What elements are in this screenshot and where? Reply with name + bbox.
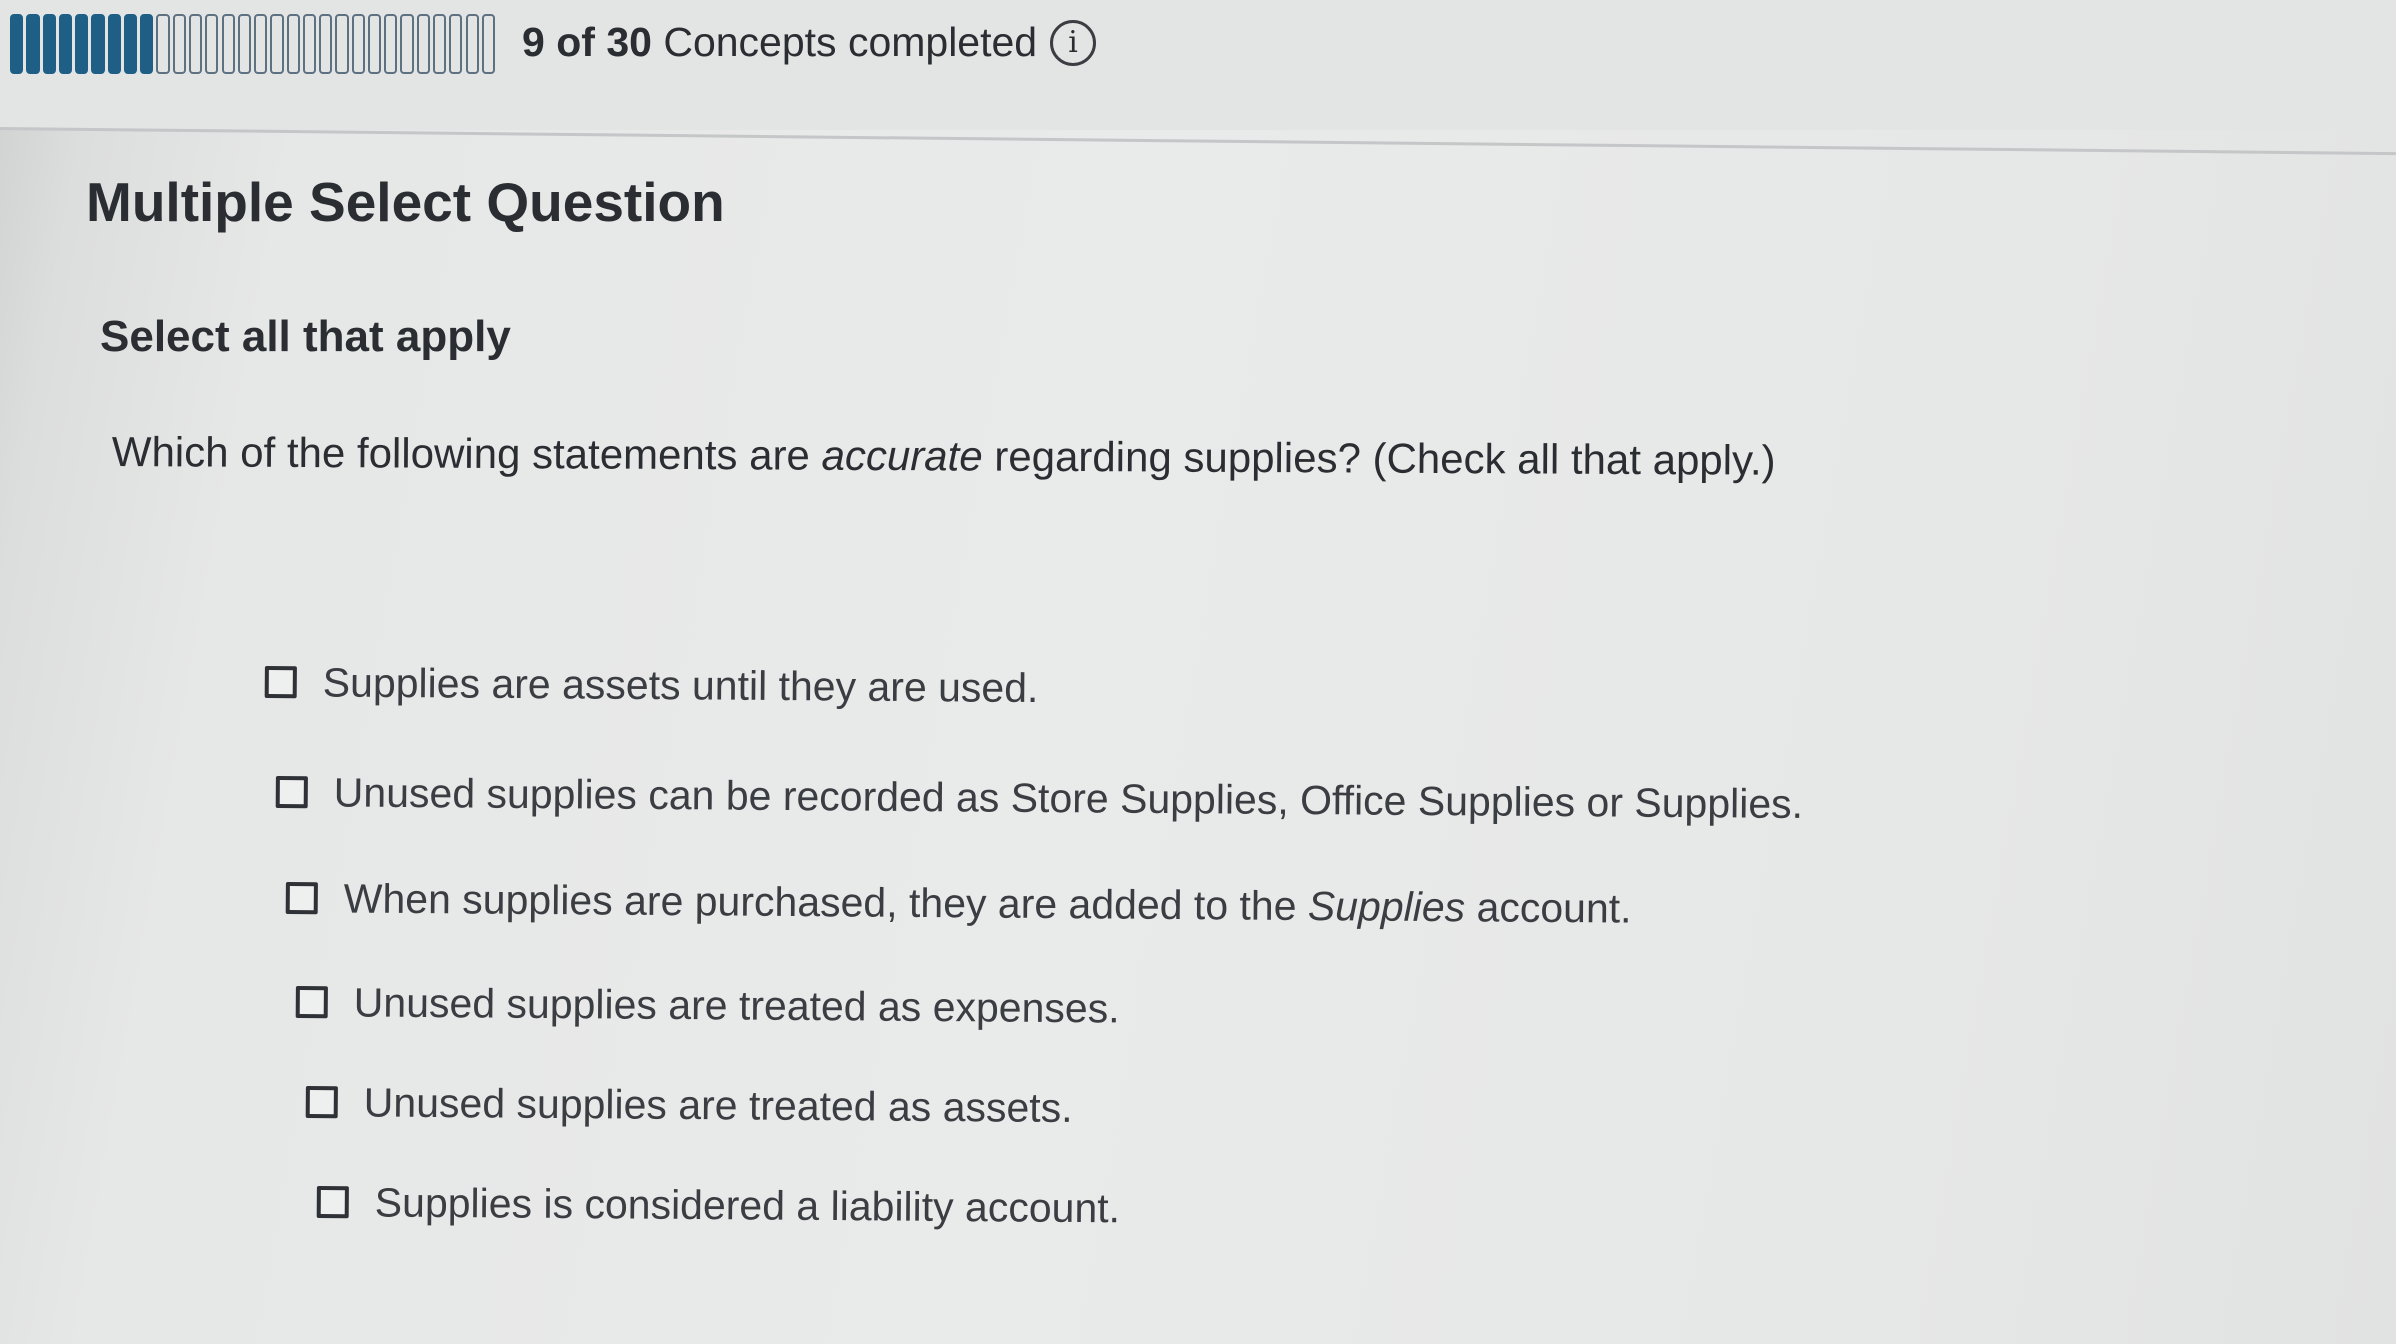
progress-segment-remaining xyxy=(302,14,317,74)
option-purchased-added-to-supplies[interactable]: When supplies are purchased, they are ad… xyxy=(285,872,1632,935)
progress-segment-remaining xyxy=(270,14,284,74)
checkbox[interactable] xyxy=(316,1185,349,1219)
checkbox[interactable] xyxy=(275,775,308,809)
progress-segment-remaining xyxy=(319,14,333,74)
progress-of-word: of xyxy=(556,19,595,65)
progress-segment-remaining xyxy=(335,14,349,74)
option-label-start: When supplies are purchased, they are ad… xyxy=(343,875,1309,930)
progress-segment-remaining xyxy=(237,14,251,74)
progress-segment-remaining xyxy=(221,14,235,74)
progress-segment-completed xyxy=(107,14,121,74)
progress-segment-remaining xyxy=(449,14,463,74)
progress-segment-remaining xyxy=(205,14,219,74)
progress-segment-remaining xyxy=(416,14,430,74)
info-icon-glyph: i xyxy=(1068,25,1078,60)
progress-segment-remaining xyxy=(432,14,447,74)
progress-segment-completed xyxy=(75,14,89,74)
question-prompt: Which of the following statements are ac… xyxy=(112,428,1776,485)
option-label-emphasis: Supplies xyxy=(1307,883,1466,931)
option-label: Supplies is considered a liability accou… xyxy=(374,1179,1121,1232)
progress-segment-remaining xyxy=(481,14,495,74)
checkbox[interactable] xyxy=(295,985,328,1019)
progress-suffix: Concepts completed xyxy=(663,19,1038,65)
option-unused-supplies-assets[interactable]: Unused supplies are treated as assets. xyxy=(305,1076,1073,1134)
progress-segment-remaining xyxy=(254,14,268,74)
progress-segment-remaining xyxy=(465,14,479,74)
progress-segment-completed xyxy=(42,14,56,74)
checkbox[interactable] xyxy=(264,665,297,699)
prompt-text-end: regarding supplies? (Check all that appl… xyxy=(982,432,1776,484)
question-instruction: Select all that apply xyxy=(100,312,511,361)
progress-segment-remaining xyxy=(156,14,170,74)
progress-segment-completed xyxy=(91,14,105,74)
prompt-emphasis: accurate xyxy=(821,431,983,480)
option-label: Unused supplies are treated as expenses. xyxy=(353,979,1120,1032)
option-label: Supplies are assets until they are used. xyxy=(322,659,1039,712)
option-unused-supplies-recorded-as[interactable]: Unused supplies can be recorded as Store… xyxy=(275,766,1804,830)
option-supplies-liability[interactable]: Supplies is considered a liability accou… xyxy=(316,1176,1121,1234)
progress-segment-remaining xyxy=(172,14,186,74)
progress-segment-remaining xyxy=(286,14,300,74)
top-bar-divider xyxy=(0,127,2396,156)
option-label-end: account. xyxy=(1464,884,1632,932)
option-label: Unused supplies are treated as assets. xyxy=(363,1079,1073,1132)
question-type-heading: Multiple Select Question xyxy=(86,171,725,233)
progress-label: 9 of 30 Concepts completed xyxy=(522,14,1037,70)
option-unused-supplies-expenses[interactable]: Unused supplies are treated as expenses. xyxy=(295,976,1120,1034)
option-label: Unused supplies can be recorded as Store… xyxy=(333,769,1804,827)
progress-segment-remaining xyxy=(351,14,365,74)
checkbox[interactable] xyxy=(285,881,318,915)
progress-segment-completed xyxy=(26,14,40,74)
prompt-text-start: Which of the following statements are xyxy=(111,428,822,479)
progress-bar xyxy=(10,14,498,74)
info-icon[interactable]: i xyxy=(1050,20,1096,66)
progress-completed-count: 9 xyxy=(522,19,545,65)
progress-segment-completed xyxy=(58,14,73,74)
progress-total-count: 30 xyxy=(606,19,652,65)
option-supplies-assets-until-used[interactable]: Supplies are assets until they are used. xyxy=(264,656,1039,714)
checkbox[interactable] xyxy=(305,1085,338,1119)
progress-segment-remaining xyxy=(400,14,414,74)
progress-segment-remaining xyxy=(384,14,398,74)
progress-segment-remaining xyxy=(188,14,203,74)
progress-segment-completed xyxy=(123,14,138,74)
progress-segment-completed xyxy=(140,14,154,74)
progress-segment-completed xyxy=(10,14,24,74)
progress-segment-remaining xyxy=(367,14,382,74)
